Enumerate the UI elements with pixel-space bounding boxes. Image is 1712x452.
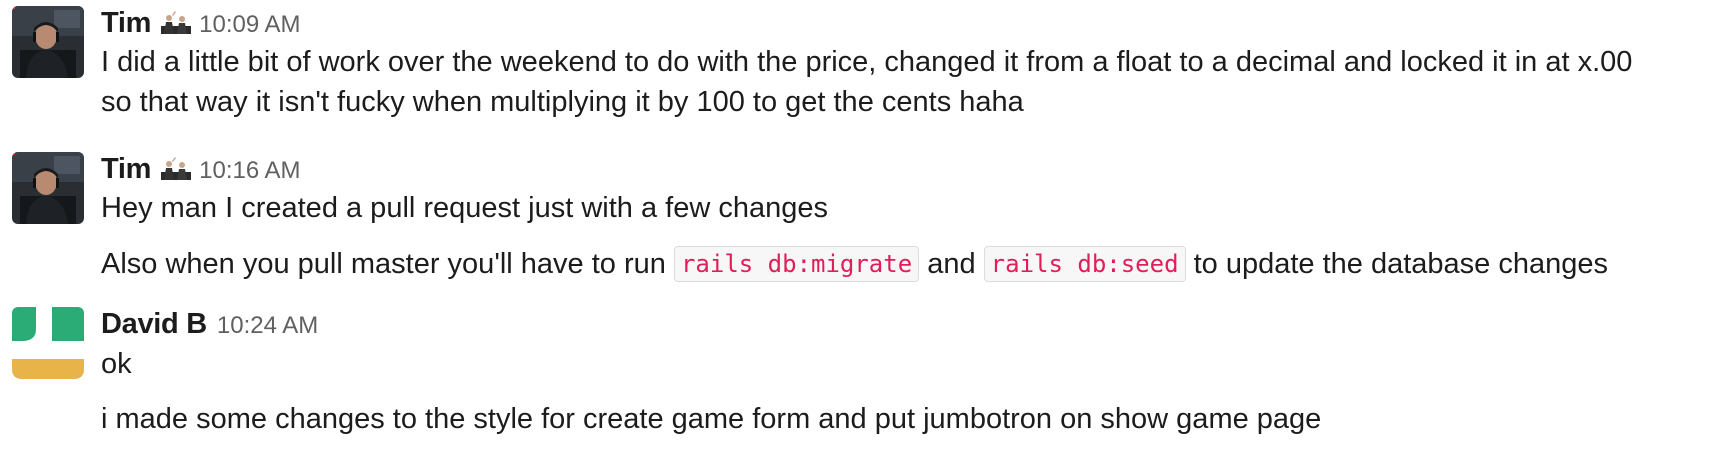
message-header: Tim 10:09 AM (101, 7, 301, 40)
message-header: Tim 10:16 AM (101, 153, 301, 186)
avatar[interactable] (12, 307, 84, 379)
sender-name[interactable]: Tim (101, 153, 151, 186)
message-text-segment: Also when you pull master you'll have to… (101, 248, 666, 280)
message-timestamp[interactable]: 10:24 AM (217, 312, 318, 340)
message-text: I did a little bit of work over the week… (101, 46, 1633, 78)
message-text: Hey man I created a pull request just wi… (101, 192, 828, 224)
user-photo-icon (12, 152, 84, 224)
message-header: David B 10:24 AM (101, 308, 318, 341)
sender-name[interactable]: Tim (101, 7, 151, 40)
inline-code: rails db:migrate (673, 246, 920, 282)
message-text: i made some changes to the style for cre… (101, 403, 1322, 435)
message-timestamp[interactable]: 10:09 AM (199, 11, 300, 39)
message-text: ok (101, 348, 132, 380)
wave-emoji-icon[interactable] (161, 10, 192, 34)
sender-name[interactable]: David B (101, 308, 207, 341)
message-text-with-code: Also when you pull master you'll have to… (101, 242, 1608, 287)
message-text: so that way it isn't fucky when multiply… (101, 86, 1024, 118)
message-timestamp[interactable]: 10:16 AM (199, 157, 300, 185)
user-photo-icon (12, 6, 84, 78)
message-text-segment: and (927, 248, 976, 280)
identicon-icon (12, 307, 84, 379)
message-text-segment: to update the database changes (1193, 248, 1608, 280)
avatar[interactable] (12, 6, 84, 78)
inline-code: rails db:seed (983, 246, 1186, 282)
avatar[interactable] (12, 152, 84, 224)
wave-emoji-icon[interactable] (161, 156, 192, 180)
